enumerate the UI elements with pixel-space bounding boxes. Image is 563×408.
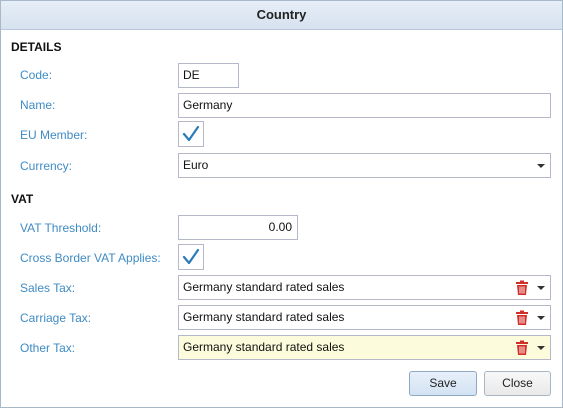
eu-member-label: EU Member:	[20, 128, 88, 142]
country-dialog: Country DETAILS Code: DE Name: Germany E…	[0, 0, 563, 408]
sales-tax-label: Sales Tax:	[20, 281, 76, 295]
other-tax-value: Germany standard rated sales	[183, 340, 345, 354]
carriage-tax-value: Germany standard rated sales	[183, 310, 345, 324]
eu-member-checkbox[interactable]	[178, 121, 204, 147]
chevron-down-icon[interactable]	[535, 154, 547, 177]
cross-border-label: Cross Border VAT Applies:	[20, 251, 161, 265]
code-label: Code:	[20, 68, 53, 82]
dialog-title: Country	[1, 1, 562, 30]
vat-heading: VAT	[11, 192, 34, 206]
close-button[interactable]: Close	[484, 371, 551, 396]
checkmark-icon	[182, 125, 200, 142]
vat-threshold-label: VAT Threshold:	[20, 221, 102, 235]
sales-tax-select[interactable]: Germany standard rated sales	[178, 275, 551, 300]
currency-label: Currency:	[20, 159, 73, 173]
other-tax-select[interactable]: Germany standard rated sales	[178, 335, 551, 360]
cross-border-checkbox[interactable]	[178, 244, 204, 270]
details-heading: DETAILS	[11, 40, 62, 54]
save-button[interactable]: Save	[409, 371, 477, 396]
chevron-down-icon[interactable]	[535, 336, 547, 359]
chevron-down-icon[interactable]	[535, 306, 547, 329]
name-label: Name:	[20, 98, 56, 112]
trash-icon[interactable]	[515, 340, 529, 356]
vat-threshold-input[interactable]: 0.00	[178, 215, 298, 240]
name-input[interactable]: Germany	[178, 93, 551, 118]
carriage-tax-select[interactable]: Germany standard rated sales	[178, 305, 551, 330]
chevron-down-icon[interactable]	[535, 276, 547, 299]
currency-value: Euro	[183, 158, 209, 172]
carriage-tax-label: Carriage Tax:	[20, 311, 92, 325]
currency-select[interactable]: Euro	[178, 153, 551, 178]
code-input[interactable]: DE	[178, 63, 239, 88]
trash-icon[interactable]	[515, 310, 529, 326]
trash-icon[interactable]	[515, 280, 529, 296]
sales-tax-value: Germany standard rated sales	[183, 280, 345, 294]
checkmark-icon	[182, 248, 200, 265]
other-tax-label: Other Tax:	[20, 341, 76, 355]
